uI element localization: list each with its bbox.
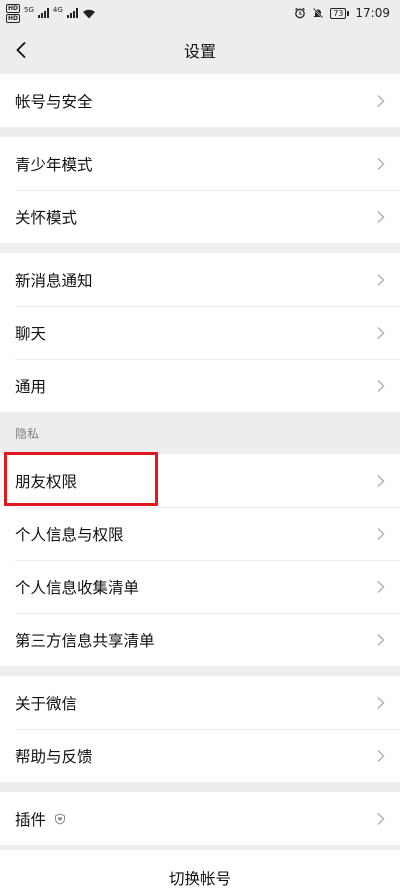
switch-account-label: 切换帐号 [168, 870, 231, 888]
chevron-right-icon [377, 210, 385, 223]
chevron-right-icon [377, 749, 385, 762]
settings-group-account: 帐号与安全 [0, 74, 400, 127]
item-label: 个人信息与权限 [15, 525, 124, 544]
settings-group-privacy: 朋友权限 个人信息与权限 个人信息收集清单 第三方信息共享清单 [0, 454, 400, 666]
settings-item-care-mode[interactable]: 关怀模式 [0, 190, 400, 243]
chevron-right-icon [377, 94, 385, 107]
battery-icon: 73 [330, 7, 350, 19]
shield-heart-icon [55, 812, 66, 825]
chevron-right-icon [377, 326, 385, 339]
settings-group-modes: 青少年模式 关怀模式 [0, 137, 400, 243]
settings-page: HD HD 5G 4G 73 17:09 设置 帐号与安全 青少年模式 关怀模式… [0, 0, 400, 888]
settings-item-chat[interactable]: 聊天 [0, 306, 400, 359]
mute-bell-icon [313, 7, 324, 19]
item-label: 朋友权限 [15, 472, 78, 491]
page-title: 设置 [183, 42, 216, 61]
signal-icon-1 [37, 8, 49, 18]
chevron-right-icon [377, 633, 385, 646]
chevron-right-icon [377, 379, 385, 392]
item-label: 关于微信 [15, 694, 78, 713]
status-left: HD HD 5G 4G [6, 3, 96, 23]
chevron-left-icon [16, 41, 26, 59]
alarm-icon [295, 7, 306, 19]
chevron-right-icon [377, 474, 385, 487]
item-label: 青少年模式 [15, 155, 93, 174]
settings-item-account-security[interactable]: 帐号与安全 [0, 74, 400, 127]
wifi-icon [82, 9, 95, 18]
switch-account-button[interactable]: 切换帐号 [0, 850, 400, 888]
chevron-right-icon [377, 157, 385, 170]
status-bar: HD HD 5G 4G 73 17:09 [0, 0, 400, 26]
settings-item-about-wechat[interactable]: 关于微信 [0, 676, 400, 729]
section-header-privacy: 隐私 [0, 412, 400, 454]
settings-group-general: 新消息通知 聊天 通用 [0, 253, 400, 412]
settings-item-general[interactable]: 通用 [0, 359, 400, 412]
settings-item-help-feedback[interactable]: 帮助与反馈 [0, 729, 400, 782]
group-separator [0, 127, 400, 137]
item-label: 新消息通知 [15, 271, 93, 290]
network-type-2: 4G [52, 5, 63, 14]
settings-item-personal-info-collection[interactable]: 个人信息收集清单 [0, 560, 400, 613]
item-label: 第三方信息共享清单 [15, 631, 155, 650]
item-label: 帮助与反馈 [15, 747, 93, 766]
status-time: 17:09 [355, 6, 390, 20]
hd-badge-1: HD [6, 3, 21, 13]
chevron-right-icon [377, 527, 385, 540]
status-right: 73 17:09 [294, 6, 390, 20]
battery-level: 73 [330, 7, 347, 19]
settings-item-friend-permissions[interactable]: 朋友权限 [0, 454, 400, 507]
item-label: 插件 [15, 810, 47, 829]
item-label: 通用 [15, 377, 47, 396]
chevron-right-icon [377, 812, 385, 825]
settings-item-personal-info-permissions[interactable]: 个人信息与权限 [0, 507, 400, 560]
settings-item-teen-mode[interactable]: 青少年模式 [0, 137, 400, 190]
chevron-right-icon [377, 580, 385, 593]
item-label: 关怀模式 [15, 208, 78, 227]
network-type-1: 5G [24, 5, 34, 14]
settings-group-about: 关于微信 帮助与反馈 [0, 676, 400, 782]
chevron-right-icon [377, 696, 385, 709]
nav-bar: 设置 [0, 26, 400, 74]
group-separator [0, 666, 400, 676]
settings-item-notifications[interactable]: 新消息通知 [0, 253, 400, 306]
item-label: 聊天 [15, 324, 47, 343]
settings-item-third-party-sharing[interactable]: 第三方信息共享清单 [0, 613, 400, 666]
group-separator [0, 243, 400, 253]
group-separator [0, 782, 400, 792]
signal-icon-2 [66, 8, 78, 18]
chevron-right-icon [377, 273, 385, 286]
item-label: 帐号与安全 [15, 92, 93, 111]
hd-badge-2: HD [6, 13, 21, 23]
back-button[interactable] [10, 38, 32, 62]
item-label: 个人信息收集清单 [15, 578, 140, 597]
settings-item-plugins[interactable]: 插件 [0, 792, 400, 845]
settings-group-plugins: 插件 [0, 792, 400, 845]
